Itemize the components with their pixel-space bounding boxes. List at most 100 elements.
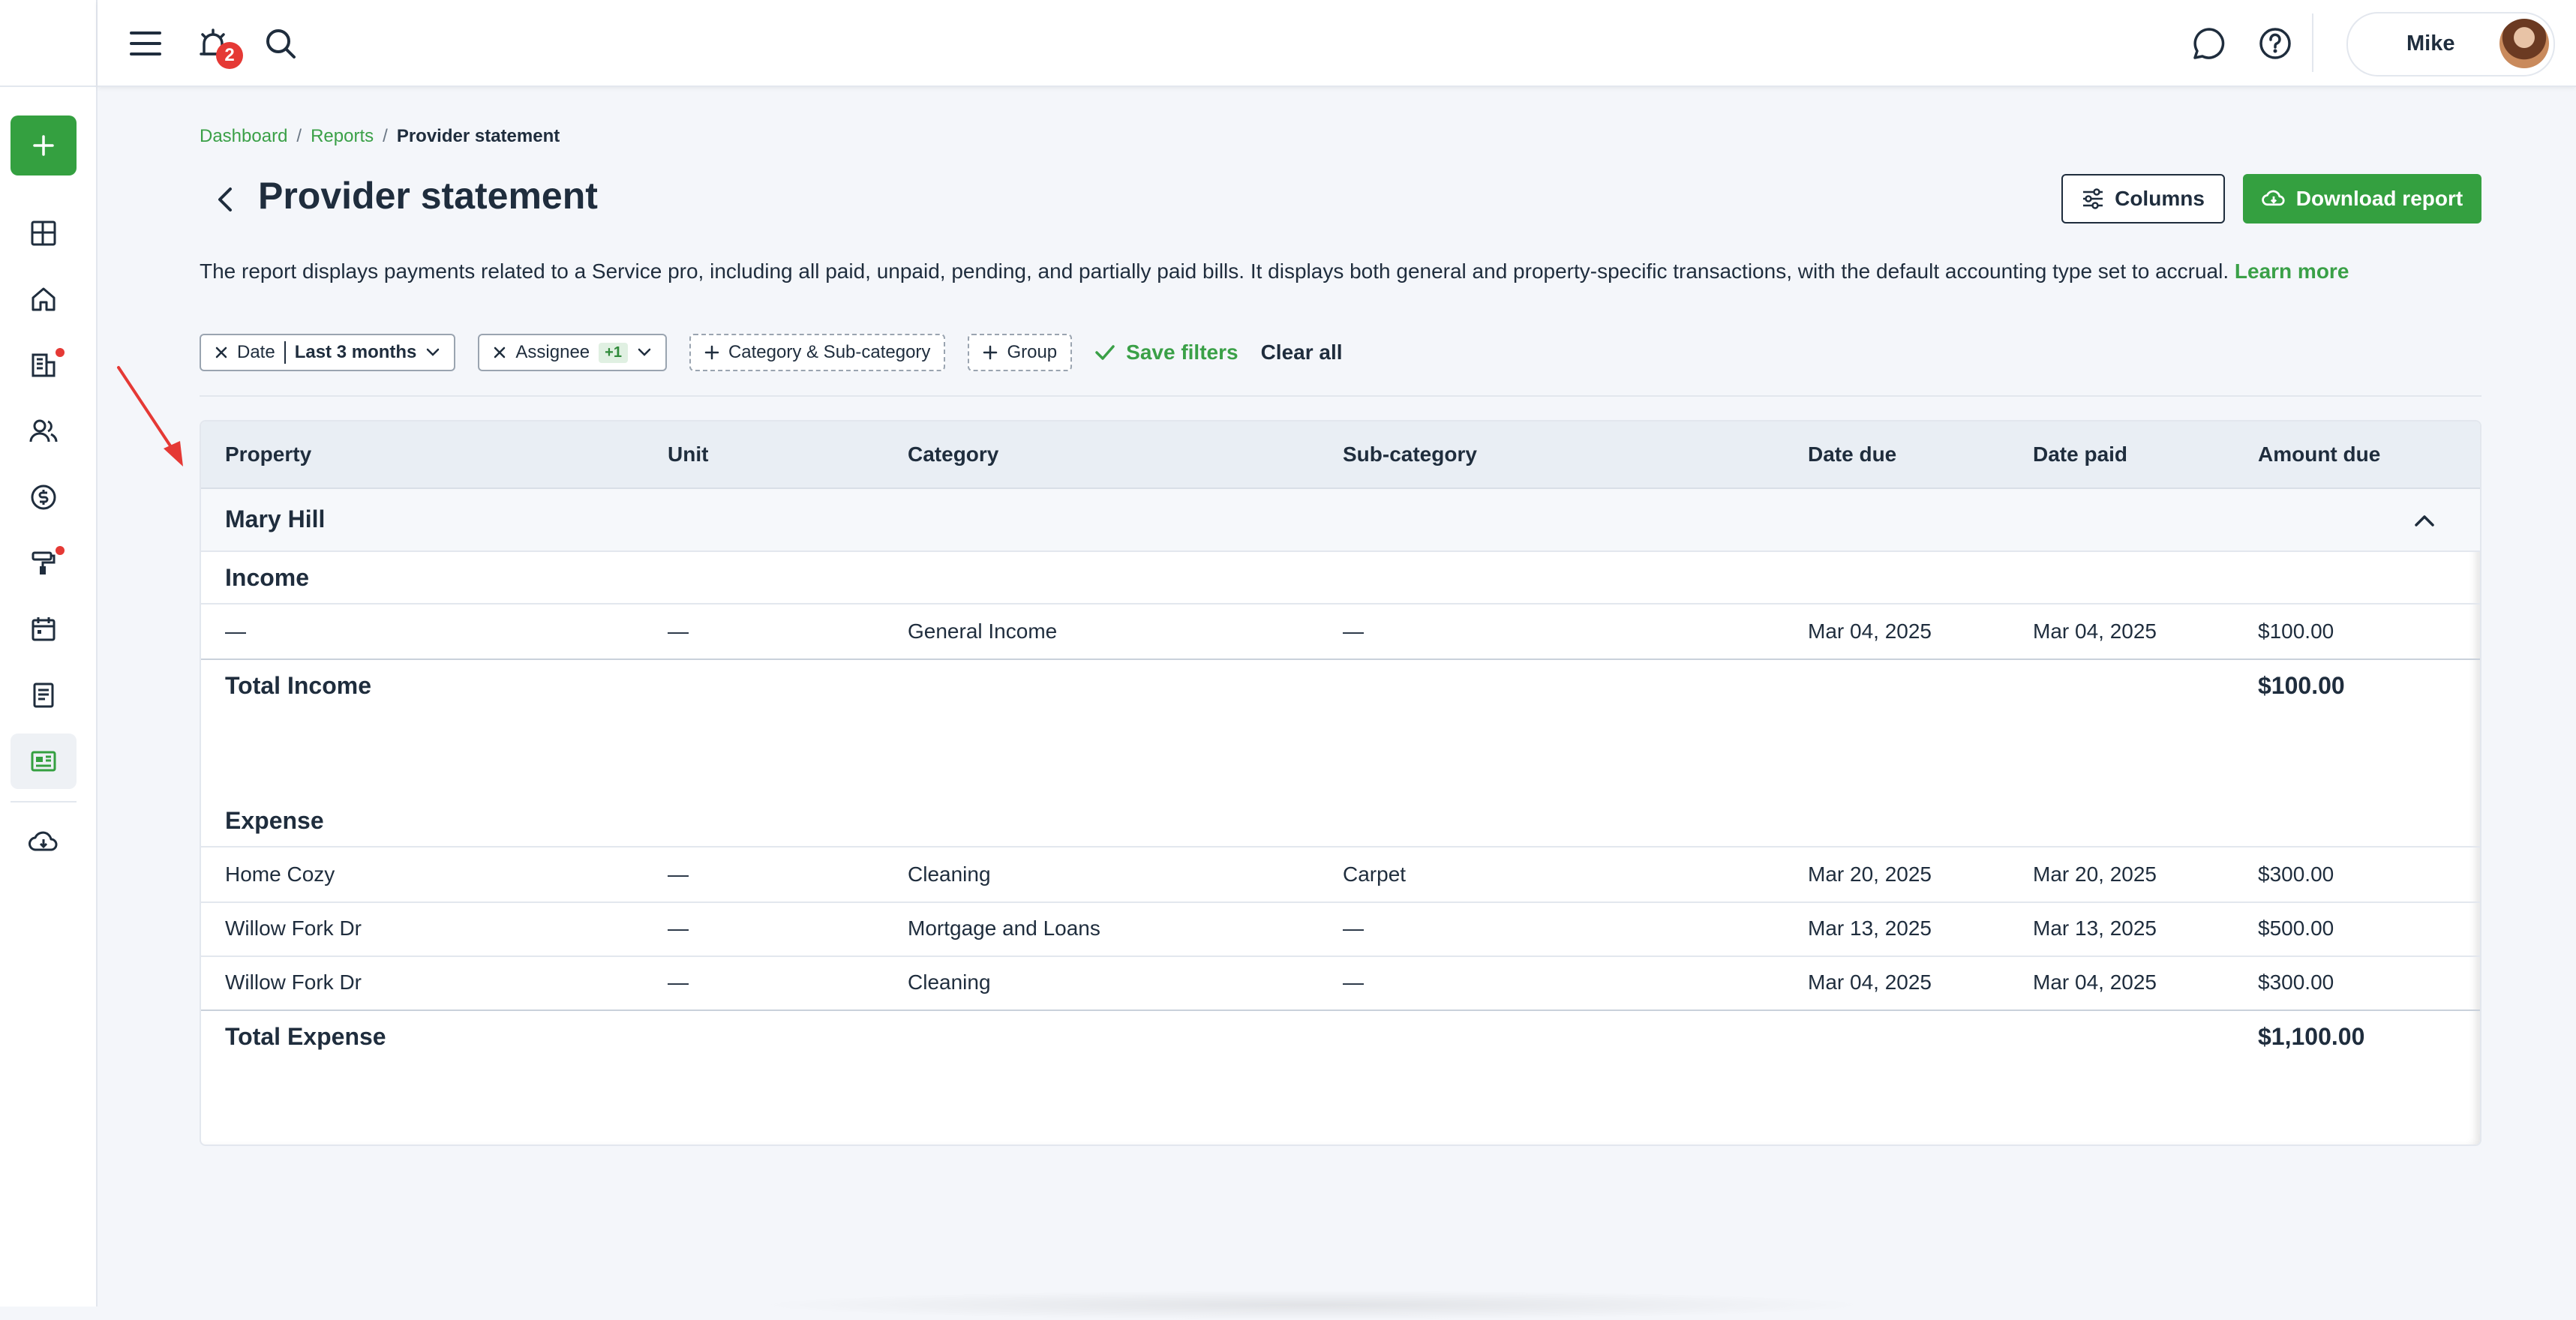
cell-date-paid: Mar 20, 2025 [2033, 862, 2157, 886]
breadcrumb-current: Provider statement [396, 126, 560, 146]
cell-date-due: Mar 20, 2025 [1808, 862, 1932, 886]
report-description-text: The report displays payments related to … [200, 260, 2229, 283]
columns-button[interactable]: Columns [2061, 174, 2225, 224]
table-row[interactable]: Willow Fork Dr — Mortgage and Loans — Ma… [201, 902, 2480, 957]
assignee-filter-label: Assignee [515, 342, 590, 362]
breadcrumb-dashboard[interactable]: Dashboard [200, 126, 287, 146]
close-icon[interactable] [215, 346, 228, 359]
cell-amount-due: $300.00 [2258, 970, 2334, 994]
cell-unit: — [668, 970, 689, 994]
search-button[interactable] [258, 21, 303, 66]
breadcrumb-reports[interactable]: Reports [311, 126, 374, 146]
cell-date-due: Mar 04, 2025 [1808, 620, 1932, 643]
section-title-expense: Expense [225, 807, 324, 834]
sidebar-item-properties[interactable] [11, 272, 77, 327]
bottom-shadow [750, 1290, 1875, 1320]
cell-date-due: Mar 04, 2025 [1808, 970, 1932, 994]
table-row[interactable]: Home Cozy — Cleaning Carpet Mar 20, 2025… [201, 848, 2480, 903]
user-menu[interactable]: Mike [2346, 12, 2555, 76]
add-new-button[interactable] [11, 116, 77, 176]
group-filter-label: Group [1007, 342, 1058, 362]
download-report-label: Download report [2295, 187, 2463, 210]
cell-property: Willow Fork Dr [225, 916, 362, 940]
learn-more-link[interactable]: Learn more [2235, 260, 2349, 283]
avatar [2499, 19, 2549, 68]
sidebar-item-documents[interactable] [11, 668, 77, 723]
category-filter-add[interactable]: Category & Sub-category [689, 334, 946, 371]
paint-roller-icon [32, 551, 56, 574]
back-button[interactable] [210, 183, 240, 216]
document-icon [33, 682, 54, 708]
column-header-category[interactable]: Category [908, 442, 998, 466]
user-name: Mike [2406, 32, 2455, 56]
cell-sub-category: Carpet [1343, 862, 1407, 886]
sidebar-item-dashboard[interactable] [11, 206, 77, 261]
menu-button[interactable] [123, 21, 168, 66]
cell-amount-due: $300.00 [2258, 862, 2334, 886]
cell-sub-category: — [1343, 970, 1364, 994]
column-header-sub-category[interactable]: Sub-category [1343, 442, 1477, 466]
sidebar-item-downloads[interactable] [11, 814, 77, 870]
assignee-filter-chip[interactable]: Assignee +1 [478, 334, 667, 371]
dollar-icon [31, 484, 56, 510]
people-icon [29, 419, 58, 442]
cloud-download-icon [2262, 190, 2285, 206]
breadcrumb-separator: / [383, 126, 388, 146]
clear-all-button[interactable]: Clear all [1261, 340, 1343, 364]
category-filter-label: Category & Sub-category [728, 342, 931, 362]
cell-category: Mortgage and Loans [908, 916, 1100, 940]
checkmark-icon [1095, 345, 1115, 360]
group-filter-add[interactable]: Group [968, 334, 1073, 371]
sidebar-item-accounting[interactable] [11, 470, 77, 525]
sidebar-item-leasing[interactable] [11, 338, 77, 393]
collapse-toggle[interactable] [2409, 506, 2439, 536]
download-report-button[interactable]: Download report [2243, 174, 2481, 224]
cell-category: Cleaning [908, 862, 991, 886]
sidebar-item-maintenance[interactable] [11, 536, 77, 591]
group-name: Mary Hill [225, 506, 326, 532]
column-header-property[interactable]: Property [225, 442, 311, 466]
date-filter-label: Date [237, 342, 275, 362]
cell-date-paid: Mar 04, 2025 [2033, 970, 2157, 994]
cell-property: Home Cozy [225, 862, 335, 886]
section-title-income: Income [225, 564, 310, 591]
messages-button[interactable] [2187, 21, 2232, 66]
sidebar-divider [11, 801, 77, 802]
column-header-unit[interactable]: Unit [668, 442, 708, 466]
sidebar-logo-area [0, 0, 96, 87]
column-header-date-paid[interactable]: Date paid [2033, 442, 2127, 466]
sidebar-item-reports[interactable] [11, 734, 77, 789]
annotation-arrow-icon [117, 366, 183, 466]
group-row[interactable]: Mary Hill [201, 489, 2480, 552]
topbar: 2 Mike [98, 0, 2576, 87]
notifications-button[interactable]: 2 [191, 21, 243, 69]
cell-unit: — [668, 862, 689, 886]
table-row[interactable]: — — General Income — Mar 04, 2025 Mar 04… [201, 604, 2480, 660]
cell-category: General Income [908, 620, 1058, 643]
total-divider [201, 658, 2480, 660]
breadcrumb-separator: / [296, 126, 302, 146]
column-header-amount-due[interactable]: Amount due [2258, 442, 2380, 466]
sidebar-item-people[interactable] [11, 404, 77, 459]
save-filters-button[interactable]: Save filters [1094, 340, 1238, 364]
sidebar [0, 0, 98, 1306]
hamburger-icon [130, 32, 161, 56]
chat-bubble-icon [2193, 28, 2225, 59]
report-description: The report displays payments related to … [200, 260, 2349, 284]
building-icon [32, 353, 56, 377]
help-button[interactable] [2253, 21, 2298, 66]
column-header-date-due[interactable]: Date due [1808, 442, 1896, 466]
chevron-left-icon [218, 188, 232, 212]
date-filter-chip[interactable]: Date Last 3 months [200, 334, 456, 371]
total-expense-label: Total Expense [225, 1023, 386, 1050]
total-income-label: Total Income [225, 672, 371, 699]
close-icon[interactable] [493, 346, 506, 359]
sidebar-item-calendar[interactable] [11, 602, 77, 657]
cell-sub-category: — [1343, 620, 1364, 643]
cell-category: Cleaning [908, 970, 991, 994]
cell-date-paid: Mar 04, 2025 [2033, 620, 2157, 643]
table-row[interactable]: Willow Fork Dr — Cleaning — Mar 04, 2025… [201, 956, 2480, 1011]
sliders-icon [2083, 188, 2103, 209]
calendar-icon [32, 617, 56, 641]
plus-icon [33, 135, 54, 156]
